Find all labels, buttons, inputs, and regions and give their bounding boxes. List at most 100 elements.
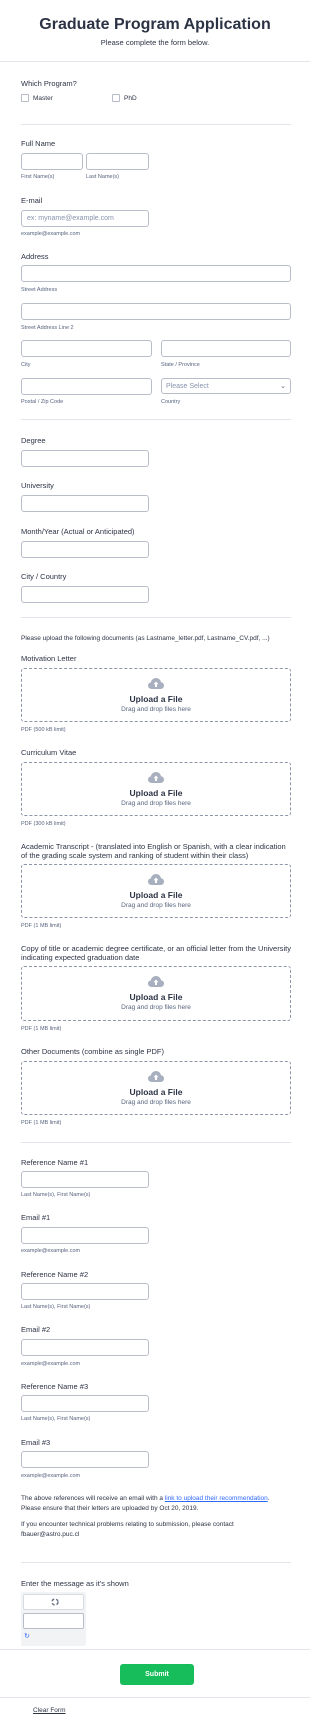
motivation-letter-label: Motivation Letter	[21, 654, 77, 663]
street-address-input[interactable]	[21, 265, 291, 282]
upload-description: Drag and drop files here	[121, 1004, 191, 1011]
street-address-2-sublabel: Street Address Line 2	[21, 325, 74, 331]
chevron-down-icon: ⌄	[280, 383, 286, 390]
upload-title: Upload a File	[129, 694, 183, 704]
city-country-input[interactable]	[21, 586, 149, 603]
cv-label: Curriculum Vitae	[21, 748, 77, 757]
submit-button[interactable]: Submit	[120, 1664, 194, 1685]
upload-title: Upload a File	[129, 890, 183, 900]
degree-label: Degree	[21, 436, 46, 445]
upload-title: Upload a File	[129, 788, 183, 798]
email-sublabel: example@example.com	[21, 231, 81, 237]
captcha-image	[23, 1594, 84, 1610]
captcha-label: Enter the message as it's shown	[21, 1579, 129, 1588]
notice-text: The above references will receive an ema…	[21, 1495, 165, 1502]
street-address-2-input[interactable]	[21, 303, 291, 320]
cv-upload[interactable]: Upload a File Drag and drop files here	[21, 762, 291, 816]
reference-2-email-input[interactable]	[21, 1339, 149, 1356]
cv-sublabel: PDF (300 kB limit)	[21, 821, 66, 827]
other-documents-upload[interactable]: Upload a File Drag and drop files here	[21, 1061, 291, 1115]
postal-code-input[interactable]	[21, 378, 152, 395]
upload-description: Drag and drop files here	[121, 706, 191, 713]
degree-certificate-upload[interactable]: Upload a File Drag and drop files here	[21, 966, 291, 1021]
email-placeholder: ex: myname@example.com	[27, 215, 114, 222]
form-header: Graduate Program Application Please comp…	[0, 0, 310, 62]
degree-certificate-sublabel: PDF (1 MB limit)	[21, 1026, 62, 1032]
country-sublabel: Country	[161, 399, 181, 405]
form-subtitle: Please complete the form below.	[100, 38, 210, 47]
master-checkbox[interactable]	[21, 94, 29, 102]
cloud-upload-icon	[148, 678, 164, 689]
references-notice: The above references will receive an ema…	[21, 1494, 291, 1514]
captcha-box: ↻	[21, 1592, 86, 1646]
address-label: Address	[21, 252, 49, 261]
reference-1-name-input[interactable]	[21, 1171, 149, 1188]
deadline-text: Please ensure that their letters are upl…	[21, 1505, 199, 1512]
country-placeholder: Please Select	[166, 383, 209, 390]
form-title: Graduate Program Application	[39, 16, 271, 33]
last-name-input[interactable]	[86, 153, 149, 170]
reference-3-email-label: Email #3	[21, 1438, 51, 1447]
section-divider	[21, 617, 291, 618]
master-option-label: Master	[33, 95, 53, 102]
section-divider	[0, 1697, 310, 1698]
section-divider	[21, 1562, 291, 1563]
reference-2-email-sublabel: example@example.com	[21, 1361, 81, 1367]
reference-2-name-input[interactable]	[21, 1283, 149, 1300]
reference-3-name-input[interactable]	[21, 1395, 149, 1412]
other-documents-sublabel: PDF (1 MB limit)	[21, 1120, 62, 1126]
country-select[interactable]: Please Select ⌄	[161, 378, 291, 394]
phd-checkbox[interactable]	[112, 94, 120, 102]
university-label: University	[21, 481, 54, 490]
degree-input[interactable]	[21, 450, 149, 467]
reference-2-name-label: Reference Name #2	[21, 1270, 89, 1279]
notice-text: .	[267, 1495, 270, 1502]
first-name-input[interactable]	[21, 153, 83, 170]
first-name-sublabel: First Name(s)	[21, 174, 55, 180]
reference-1-email-label: Email #1	[21, 1213, 51, 1222]
degree-certificate-label: Copy of title or academic degree certifi…	[21, 944, 291, 962]
upload-title: Upload a File	[129, 992, 183, 1002]
section-divider	[21, 1142, 291, 1143]
section-divider	[21, 419, 291, 420]
city-input[interactable]	[21, 340, 152, 357]
motivation-letter-upload[interactable]: Upload a File Drag and drop files here	[21, 668, 291, 722]
state-input[interactable]	[161, 340, 291, 357]
reference-2-email-label: Email #2	[21, 1325, 51, 1334]
transcript-sublabel: PDF (1 MB limit)	[21, 923, 62, 929]
cloud-upload-icon	[148, 976, 164, 987]
reference-3-name-label: Reference Name #3	[21, 1382, 89, 1391]
upload-recommendation-link[interactable]: link to upload their recommendation	[165, 1495, 268, 1502]
section-divider	[21, 124, 291, 125]
program-label: Which Program?	[21, 79, 77, 88]
email-input[interactable]: ex: myname@example.com	[21, 210, 149, 227]
month-year-input[interactable]	[21, 541, 149, 558]
transcript-upload[interactable]: Upload a File Drag and drop files here	[21, 864, 291, 918]
university-input[interactable]	[21, 495, 149, 512]
upload-description: Drag and drop files here	[121, 800, 191, 807]
reference-1-email-sublabel: example@example.com	[21, 1248, 81, 1254]
refresh-icon[interactable]: ↻	[24, 1632, 30, 1640]
reference-3-email-input[interactable]	[21, 1451, 149, 1468]
transcript-label: Academic Transcript - (translated into E…	[21, 842, 286, 860]
reference-1-name-sublabel: Last Name(s), First Name(s)	[21, 1192, 91, 1198]
clear-form-link[interactable]: Clear Form	[33, 1707, 66, 1714]
captcha-input[interactable]	[23, 1613, 84, 1629]
upload-instructions: Please upload the following documents (a…	[21, 635, 270, 642]
month-year-label: Month/Year (Actual or Anticipated)	[21, 527, 135, 536]
state-sublabel: State / Province	[161, 362, 200, 368]
email-label: E-mail	[21, 196, 43, 205]
reference-2-name-sublabel: Last Name(s), First Name(s)	[21, 1304, 91, 1310]
reference-3-email-sublabel: example@example.com	[21, 1473, 81, 1479]
street-address-sublabel: Street Address	[21, 287, 58, 293]
upload-description: Drag and drop files here	[121, 902, 191, 909]
reference-1-email-input[interactable]	[21, 1227, 149, 1244]
upload-title: Upload a File	[129, 1087, 183, 1097]
phd-option-label: PhD	[124, 95, 137, 102]
motivation-letter-sublabel: PDF (500 kB limit)	[21, 727, 66, 733]
other-documents-label: Other Documents (combine as single PDF)	[21, 1047, 164, 1056]
reference-3-name-sublabel: Last Name(s), First Name(s)	[21, 1416, 91, 1422]
last-name-sublabel: Last Name(s)	[86, 174, 120, 180]
cloud-upload-icon	[148, 772, 164, 783]
loading-spinner-icon	[51, 1598, 59, 1606]
